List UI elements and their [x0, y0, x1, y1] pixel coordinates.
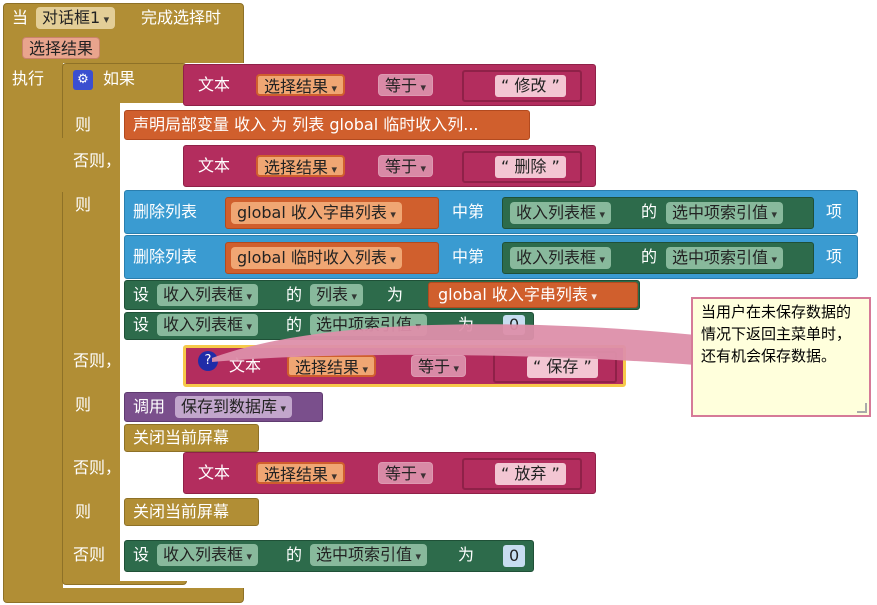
comment-bubble[interactable]: 当用户在未保存数据的情况下返回主菜单时，还有机会保存数据。: [691, 297, 871, 417]
resize-handle-icon[interactable]: [857, 403, 867, 413]
comment-text: 当用户在未保存数据的情况下返回主菜单时，还有机会保存数据。: [701, 303, 852, 365]
